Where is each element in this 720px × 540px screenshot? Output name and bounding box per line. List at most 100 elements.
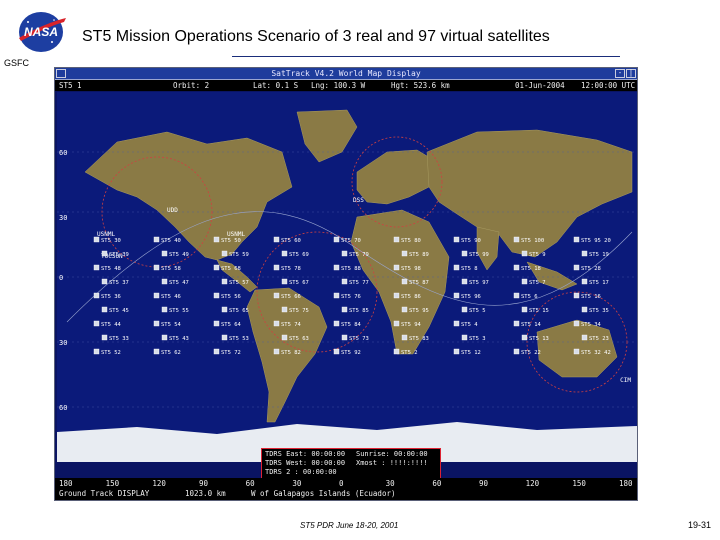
satellite-icon[interactable]	[513, 320, 520, 327]
satellite-icon[interactable]	[453, 292, 460, 299]
slide-title: ST5 Mission Operations Scenario of 3 rea…	[82, 28, 550, 45]
satellite-label: ST5 67	[289, 280, 309, 286]
satellite-icon[interactable]	[213, 320, 220, 327]
satellite-icon[interactable]	[101, 306, 108, 313]
satellite-icon[interactable]	[581, 334, 588, 341]
satellite-icon[interactable]	[101, 334, 108, 341]
satellite-label: ST5 45	[109, 308, 129, 314]
satellite-label: ST5 34	[581, 322, 602, 328]
satellite-icon[interactable]	[333, 236, 340, 243]
satellite-label: ST5 60	[281, 238, 301, 244]
satellite-icon[interactable]	[101, 250, 108, 257]
satellite-icon[interactable]	[221, 250, 228, 257]
satellite-icon[interactable]	[581, 250, 588, 257]
satellite-icon[interactable]	[513, 292, 520, 299]
satellite-icon[interactable]	[161, 306, 168, 313]
satellite-icon[interactable]	[393, 348, 400, 355]
satellite-icon[interactable]	[461, 250, 468, 257]
satellite-icon[interactable]	[153, 292, 160, 299]
satellite-icon[interactable]	[393, 264, 400, 271]
satellite-icon[interactable]	[461, 306, 468, 313]
satellite-icon[interactable]	[573, 236, 580, 243]
satellite-icon[interactable]	[401, 250, 408, 257]
satellite-icon[interactable]	[93, 236, 100, 243]
satellite-icon[interactable]	[333, 292, 340, 299]
satellite-icon[interactable]	[341, 334, 348, 341]
satellite-label: ST5 99	[469, 252, 489, 258]
maximize-button[interactable]: |	[626, 69, 636, 78]
satellite-icon[interactable]	[401, 306, 408, 313]
satellite-icon[interactable]	[573, 292, 580, 299]
satellite-icon[interactable]	[213, 292, 220, 299]
minimize-button[interactable]: -	[615, 69, 625, 78]
satellite-icon[interactable]	[153, 320, 160, 327]
satellite-icon[interactable]	[393, 320, 400, 327]
satellite-icon[interactable]	[273, 236, 280, 243]
satellite-icon[interactable]	[521, 334, 528, 341]
satellite-icon[interactable]	[453, 236, 460, 243]
satellite-icon[interactable]	[153, 236, 160, 243]
satellite-icon[interactable]	[341, 250, 348, 257]
satellite-icon[interactable]	[161, 250, 168, 257]
longitude-tick: 0	[339, 479, 344, 488]
satellite-icon[interactable]	[221, 278, 228, 285]
window-titlebar[interactable]: SatTrack V4.2 World Map Display - |	[55, 68, 637, 80]
satellite-icon[interactable]	[333, 264, 340, 271]
satellite-icon[interactable]	[401, 278, 408, 285]
satellite-label: ST5 68	[221, 266, 241, 272]
satellite-icon[interactable]	[333, 348, 340, 355]
satellite-icon[interactable]	[213, 236, 220, 243]
satellite-icon[interactable]	[161, 278, 168, 285]
satellite-icon[interactable]	[513, 348, 520, 355]
satellite-icon[interactable]	[393, 292, 400, 299]
satellite-icon[interactable]	[153, 264, 160, 271]
satellite-icon[interactable]	[341, 306, 348, 313]
satellite-icon[interactable]	[281, 278, 288, 285]
satellite-icon[interactable]	[281, 334, 288, 341]
satellite-icon[interactable]	[581, 306, 588, 313]
satellite-icon[interactable]	[161, 334, 168, 341]
longitude-tick: 180	[619, 479, 633, 488]
satellite-icon[interactable]	[401, 334, 408, 341]
satellite-icon[interactable]	[333, 320, 340, 327]
satellite-icon[interactable]	[521, 306, 528, 313]
satellite-icon[interactable]	[513, 264, 520, 271]
satellite-icon[interactable]	[273, 292, 280, 299]
satellite-icon[interactable]	[581, 278, 588, 285]
satellite-icon[interactable]	[281, 306, 288, 313]
satellite-label: ST5 78	[281, 266, 301, 272]
satellite-icon[interactable]	[221, 334, 228, 341]
satellite-icon[interactable]	[573, 348, 580, 355]
satellite-label: ST5 17	[589, 280, 609, 286]
satellite-icon[interactable]	[153, 348, 160, 355]
satellite-icon[interactable]	[453, 264, 460, 271]
satellite-icon[interactable]	[93, 292, 100, 299]
satellite-icon[interactable]	[573, 264, 580, 271]
satellite-icon[interactable]	[93, 348, 100, 355]
satellite-icon[interactable]	[461, 334, 468, 341]
satellite-icon[interactable]	[221, 306, 228, 313]
world-map[interactable]: 60 30 0 30 60 UDD USNML TUCSON USNML DSS…	[57, 92, 637, 462]
satellite-label: ST5 3	[469, 336, 486, 342]
satellite-icon[interactable]	[521, 278, 528, 285]
satellite-icon[interactable]	[521, 250, 528, 257]
longitude-tick: 120	[525, 479, 540, 488]
satellite-icon[interactable]	[453, 320, 460, 327]
satellite-icon[interactable]	[461, 278, 468, 285]
satellite-icon[interactable]	[453, 348, 460, 355]
satellite-icon[interactable]	[93, 264, 100, 271]
satellite-icon[interactable]	[93, 320, 100, 327]
satellite-icon[interactable]	[213, 264, 220, 271]
satellite-icon[interactable]	[281, 250, 288, 257]
satellite-icon[interactable]	[273, 264, 280, 271]
satellite-icon[interactable]	[101, 278, 108, 285]
satellite-label: ST5 87	[409, 280, 429, 286]
satellite-icon[interactable]	[213, 348, 220, 355]
satellite-icon[interactable]	[341, 278, 348, 285]
satellite-icon[interactable]	[573, 320, 580, 327]
satellite-icon[interactable]	[393, 236, 400, 243]
satellite-icon[interactable]	[273, 348, 280, 355]
satellite-icon[interactable]	[273, 320, 280, 327]
satellite-icon[interactable]	[513, 236, 520, 243]
satellite-label: ST5 63	[289, 336, 309, 342]
